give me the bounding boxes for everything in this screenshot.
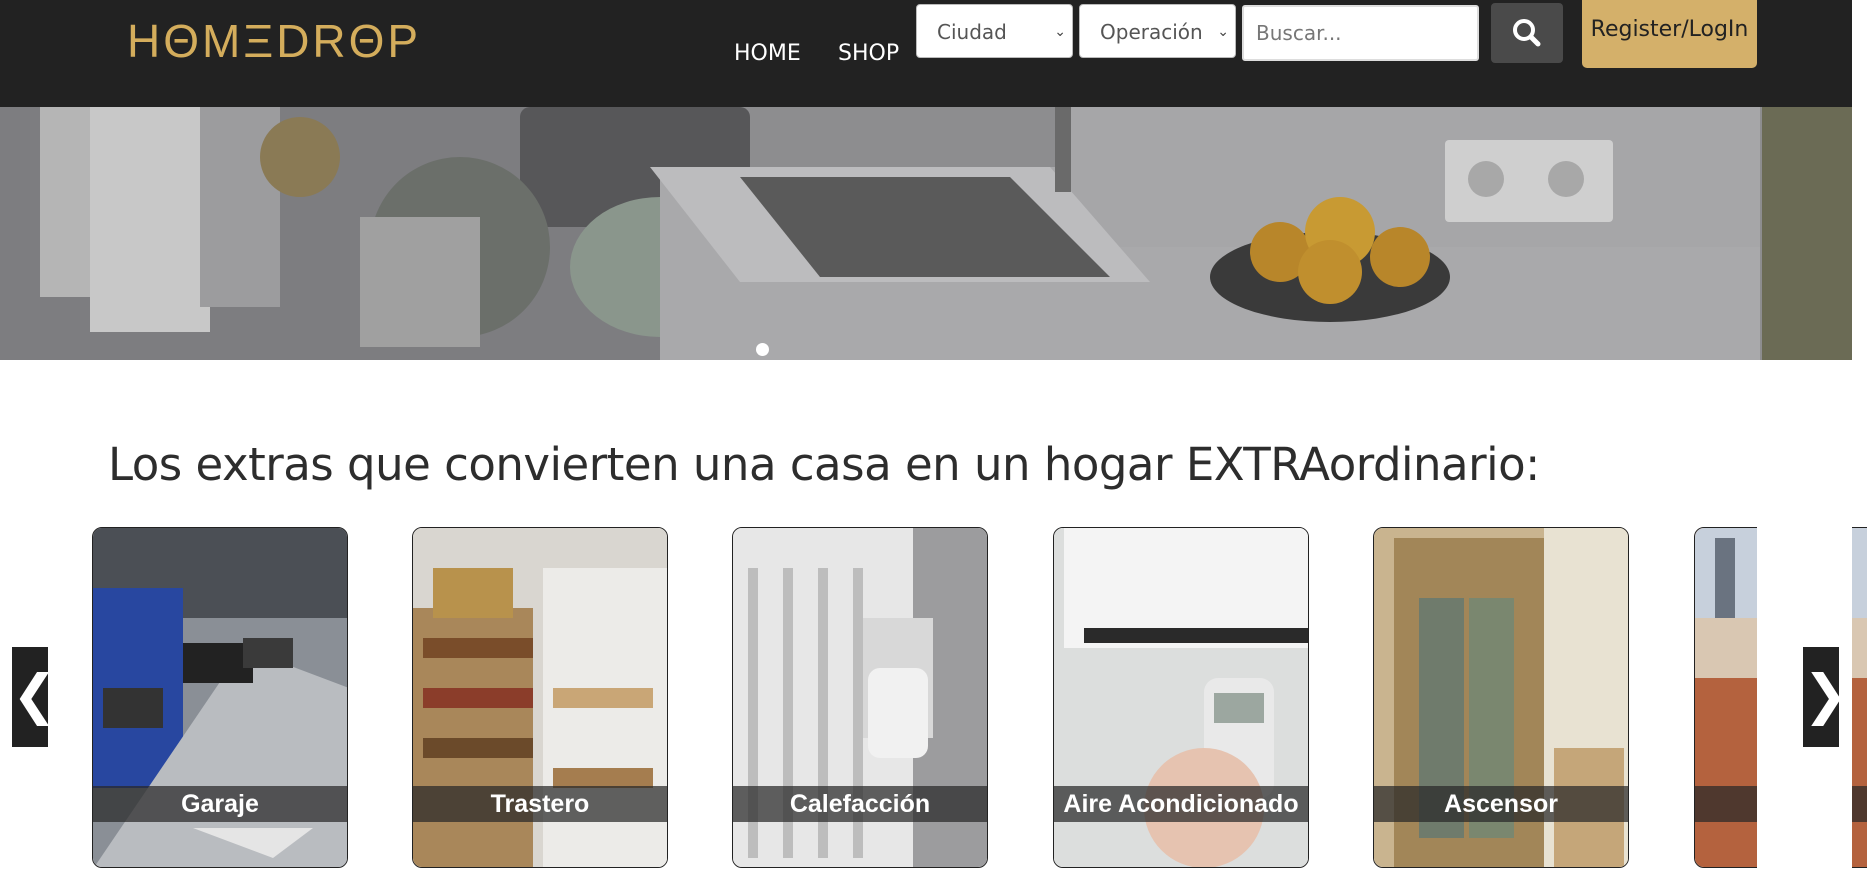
carousel-prev-button[interactable]: ❮	[12, 647, 57, 747]
city-select-value: Ciudad	[937, 20, 1007, 44]
register-login-button[interactable]: Register/LogIn	[1582, 0, 1757, 68]
extra-card-garaje[interactable]: Garaje	[92, 527, 348, 868]
extra-label: Aire Acondicionado	[1054, 786, 1308, 822]
search-input[interactable]: Buscar...	[1242, 5, 1479, 61]
search-icon	[1513, 19, 1541, 47]
carousel-next-button[interactable]: ❯	[1803, 647, 1848, 747]
nav-home-link[interactable]: HOME	[734, 41, 801, 66]
extra-card-trastero[interactable]: Trastero	[412, 527, 668, 868]
nav-shop-link[interactable]: SHOP	[838, 41, 899, 66]
extra-label: Garaje	[93, 786, 347, 822]
extra-label: Ascensor	[1374, 786, 1628, 822]
extras-carousel: Garaje Trastero Calefacción Aire Acondic…	[0, 527, 1867, 872]
extra-label: Calefacción	[733, 786, 987, 822]
extra-card-calefaccion[interactable]: Calefacción	[732, 527, 988, 868]
search-placeholder: Buscar...	[1256, 21, 1342, 45]
operation-select-value: Operación	[1100, 20, 1203, 44]
hero-kitchen-image	[0, 107, 1852, 360]
slide-indicator-dot[interactable]	[756, 343, 769, 356]
hero-slideshow	[0, 107, 1852, 360]
section-title: Los extras que convierten una casa en un…	[108, 438, 1540, 491]
operation-select[interactable]: Operación ⌄	[1079, 4, 1236, 58]
extra-card-ascensor[interactable]: Ascensor	[1373, 527, 1629, 868]
brand-logo[interactable]: HΘMΞDRΘP	[127, 14, 421, 68]
chevron-down-icon: ⌄	[1054, 24, 1066, 40]
extra-card-aire-acondicionado[interactable]: Aire Acondicionado	[1053, 527, 1309, 868]
top-navbar: HΘMΞDRΘP HOME SHOP Ciudad ⌄ Operación ⌄ …	[0, 0, 1852, 107]
search-button[interactable]	[1491, 3, 1563, 63]
city-select[interactable]: Ciudad ⌄	[916, 4, 1073, 58]
extra-label: Trastero	[413, 786, 667, 822]
chevron-down-icon: ⌄	[1217, 24, 1229, 40]
